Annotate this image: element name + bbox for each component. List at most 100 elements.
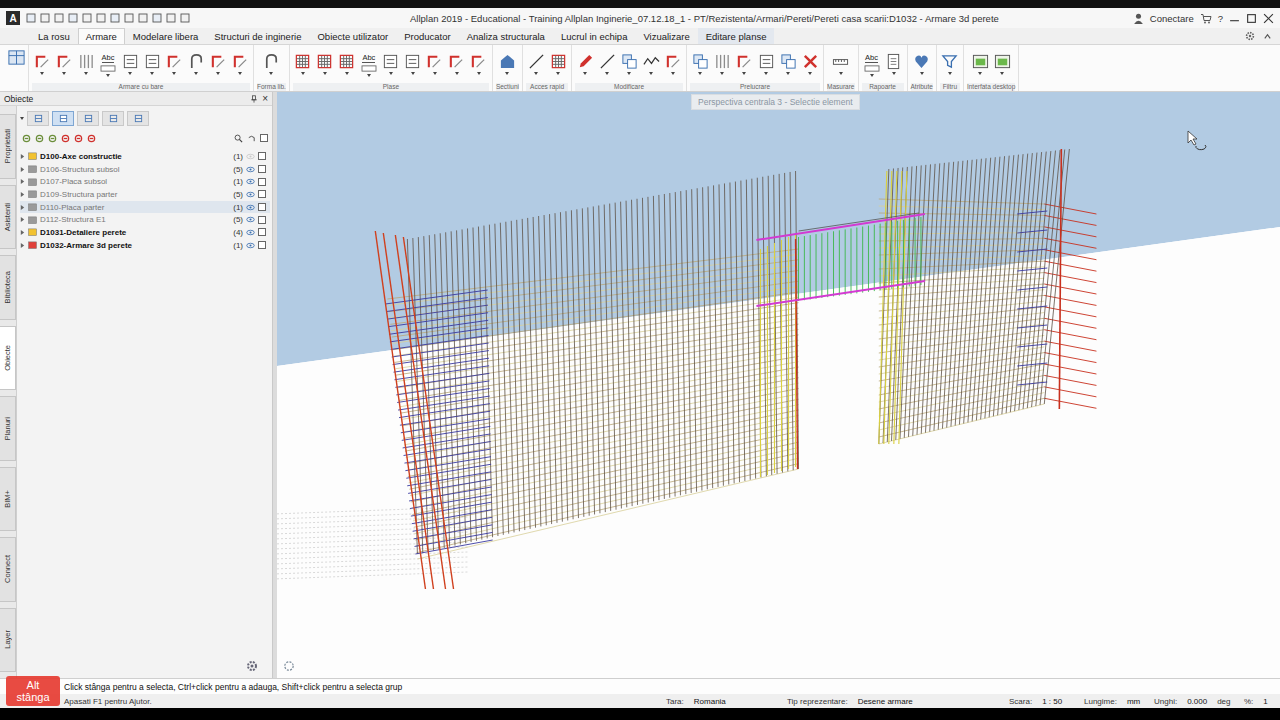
sheet-tool-button[interactable]: [142, 47, 162, 75]
sheet-tool-button[interactable]: [403, 47, 423, 75]
side-tab[interactable]: BIM+: [0, 467, 16, 532]
eye-icon[interactable]: [246, 178, 255, 185]
ribbon-tab[interactable]: Structuri de inginerie: [206, 28, 309, 44]
bar-tool-button[interactable]: [164, 47, 184, 75]
tree-row[interactable]: D109-Structura parter(5): [20, 188, 270, 201]
quick-access-icon[interactable]: [166, 13, 176, 23]
bar-tool-button[interactable]: [230, 47, 250, 75]
desktop-tool-button[interactable]: [970, 47, 990, 75]
side-tab[interactable]: Biblioteca: [0, 255, 16, 320]
row-checkbox[interactable]: [258, 228, 266, 236]
bar-tool-button[interactable]: [54, 47, 74, 75]
select-all-checkbox[interactable]: [260, 134, 268, 142]
view-tab[interactable]: [77, 111, 99, 126]
expand-arrow-icon[interactable]: [20, 166, 25, 173]
label-tool-button[interactable]: Abc: [359, 47, 379, 77]
eye-icon[interactable]: [246, 153, 255, 160]
copy-tool-button[interactable]: [619, 47, 639, 75]
eye-icon[interactable]: [246, 166, 255, 173]
panel-tool-icon[interactable]: [35, 134, 44, 143]
shape-tool-button[interactable]: [186, 47, 206, 75]
mesh-tool-button[interactable]: [315, 47, 335, 75]
status-field[interactable]: Lungime:mm: [1084, 697, 1154, 706]
status-field[interactable]: %:1: [1244, 697, 1280, 706]
curve-tool-button[interactable]: [641, 47, 661, 75]
tree-row[interactable]: D112-Structura E1(5): [20, 213, 270, 226]
copy-tool-button[interactable]: [778, 47, 798, 75]
bars3d-tool-button[interactable]: [712, 47, 732, 75]
label-tool-button[interactable]: Abc: [98, 47, 118, 77]
row-checkbox[interactable]: [258, 152, 266, 160]
side-tab[interactable]: Proprietati: [0, 114, 16, 179]
account-link[interactable]: Conectare: [1150, 13, 1194, 24]
expand-arrow-icon[interactable]: [20, 153, 25, 160]
tree-row[interactable]: D1032-Armare 3d perete(1): [20, 239, 270, 252]
sheet-tool-button[interactable]: [756, 47, 776, 75]
ribbon-tab[interactable]: Modelare libera: [125, 28, 206, 44]
expand-arrow-icon[interactable]: [20, 204, 25, 211]
view-settings-icon[interactable]: [283, 660, 295, 672]
ribbon-tab[interactable]: La rosu: [30, 28, 78, 44]
row-checkbox[interactable]: [258, 165, 266, 173]
bar-tool-button[interactable]: [425, 47, 445, 75]
side-tab[interactable]: Obiecte: [0, 326, 16, 391]
ribbon-tab[interactable]: Analiza structurala: [459, 28, 553, 44]
bar-tool-button[interactable]: [734, 47, 754, 75]
row-checkbox[interactable]: [258, 241, 266, 249]
view-tab[interactable]: [127, 111, 149, 126]
eye-icon[interactable]: [246, 242, 255, 249]
eye-icon[interactable]: [246, 204, 255, 211]
expand-arrow-icon[interactable]: [20, 216, 25, 223]
side-tab[interactable]: Layer: [0, 608, 16, 673]
panel-tool-icon[interactable]: [87, 134, 96, 143]
quick-access-icon[interactable]: [96, 13, 106, 23]
tree-row[interactable]: D110-Placa parter(1): [20, 201, 270, 214]
minimize-icon[interactable]: [1229, 13, 1240, 24]
status-field[interactable]: Unghi:0.000deg: [1154, 697, 1244, 706]
close-icon[interactable]: [1263, 13, 1274, 24]
bar-tool-button[interactable]: [447, 47, 467, 75]
edit-tool-button[interactable]: [575, 47, 595, 75]
measure-tool-button[interactable]: [831, 47, 851, 75]
ribbon-tab[interactable]: Armare: [78, 28, 125, 44]
gear-icon[interactable]: [1245, 31, 1255, 41]
sheet-tool-button[interactable]: [120, 47, 140, 75]
3d-viewport[interactable]: Perspectiva centrala 3 - Selectie elemen…: [277, 92, 1280, 678]
panel-tool-icon[interactable]: [48, 134, 57, 143]
panel-tool-icon[interactable]: [74, 134, 83, 143]
quick-access-icon[interactable]: [180, 13, 190, 23]
collapse-ribbon-icon[interactable]: [1263, 32, 1272, 41]
cart-icon[interactable]: [1200, 13, 1212, 24]
row-checkbox[interactable]: [258, 203, 266, 211]
quick-access-icon[interactable]: [54, 13, 64, 23]
quick-access-icon[interactable]: [82, 13, 92, 23]
attribute-tool-button[interactable]: [912, 47, 932, 75]
bar-tool-button[interactable]: [32, 47, 52, 75]
sheet-tool-button[interactable]: [381, 47, 401, 75]
tree-row[interactable]: D100-Axe constructie(1): [20, 150, 270, 163]
eye-icon[interactable]: [246, 229, 255, 236]
bars3d-tool-button[interactable]: [76, 47, 96, 75]
mesh-tool-button[interactable]: [293, 47, 313, 75]
panel-tool-icon[interactable]: [61, 134, 70, 143]
ribbon-tab[interactable]: Producator: [396, 28, 458, 44]
maximize-icon[interactable]: [1246, 13, 1257, 24]
shape-tool-button[interactable]: [261, 47, 281, 75]
view-tab[interactable]: [52, 111, 74, 126]
row-checkbox[interactable]: [258, 178, 266, 186]
quick-access-icon[interactable]: [40, 13, 50, 23]
quick-access-icon[interactable]: [110, 13, 120, 23]
dropdown-caret-icon[interactable]: [20, 117, 24, 120]
status-field[interactable]: Tara:Romania: [666, 697, 787, 706]
desktop-tool-button[interactable]: [992, 47, 1012, 75]
ribbon-tab[interactable]: Vizualizare: [635, 28, 697, 44]
status-field[interactable]: Tip reprezentare:Desene armare: [787, 697, 1009, 706]
quick-access-icon[interactable]: [124, 13, 134, 23]
ribbon-tab[interactable]: Editare planse: [698, 28, 775, 44]
bar-tool-button[interactable]: [208, 47, 228, 75]
expand-arrow-icon[interactable]: [20, 229, 25, 236]
expand-arrow-icon[interactable]: [20, 242, 25, 249]
quick-access-icon[interactable]: [152, 13, 162, 23]
panel-tool-icon[interactable]: [22, 134, 31, 143]
line-tool-button[interactable]: [597, 47, 617, 75]
